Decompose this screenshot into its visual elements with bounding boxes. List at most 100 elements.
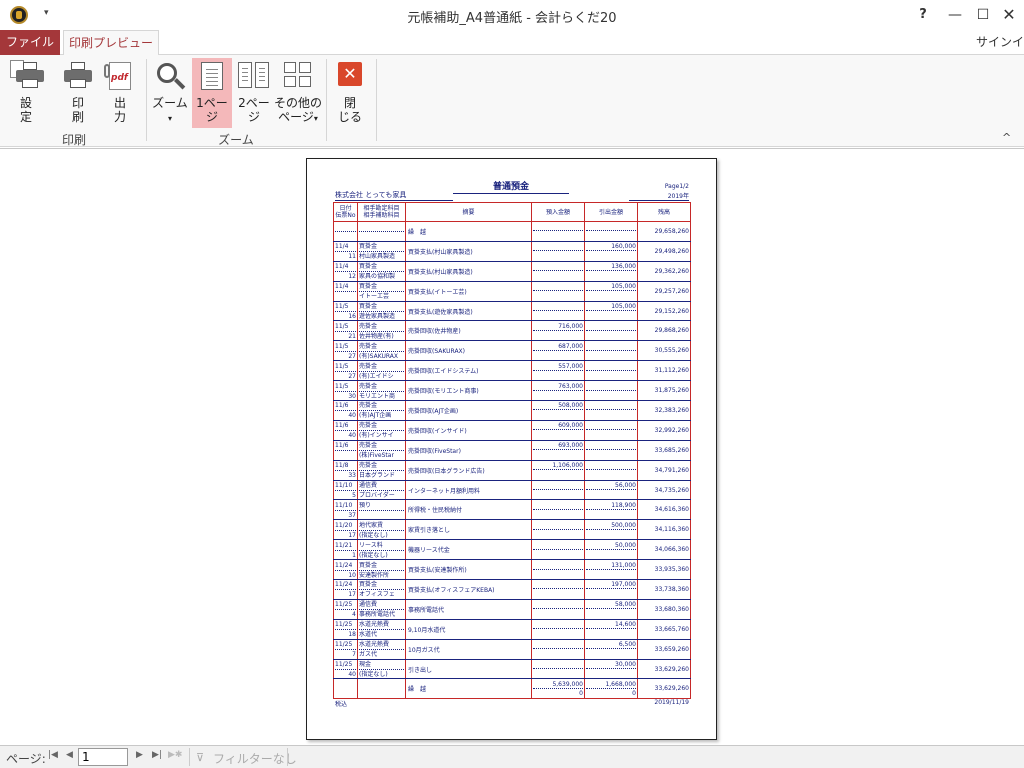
table-row: 11/5 30 売掛金 モリエント商 売掛回収(モリエント商事) 763,000 31,87…	[333, 380, 691, 402]
filter-status[interactable]: フィルターなし	[213, 750, 297, 767]
page-setup-label: 設 定	[19, 96, 32, 124]
close-preview-label: 閉 じる	[337, 96, 362, 124]
cell-account: 売掛金 (有)エイドシ	[357, 360, 406, 382]
cell-withdrawal: 58,000	[584, 599, 638, 620]
cell-account: 売掛金 (有)AJT企画	[357, 400, 406, 421]
cell-balance: 32,383,260	[637, 400, 691, 421]
table-row: 11/10 37 預り 所得税・住民税納付 118,900 34,616,360	[333, 499, 691, 521]
two-page-label: 2ペー ジ	[238, 96, 270, 124]
cell-deposit	[531, 519, 585, 541]
table-row: 11/5 21 売掛金 佐井物産(有) 売掛回収(佐井物産) 716,000 29,868,…	[333, 320, 691, 342]
signin-link[interactable]: サインイン	[976, 33, 1024, 50]
cell-withdrawal	[584, 221, 638, 242]
cell-deposit: 763,000	[531, 380, 585, 402]
cell-balance: 30,555,260	[637, 340, 691, 362]
cell-account: 買掛金 安達製作所	[357, 559, 406, 581]
cell-balance: 34,735,260	[637, 480, 691, 501]
window-title: 元帳補助_A4普通紙 - 会計らくだ20	[407, 11, 617, 26]
status-separator	[189, 748, 190, 766]
help-button[interactable]: ?	[910, 4, 936, 26]
other-pages-label: その他の ページ▾	[274, 96, 323, 124]
cell-withdrawal: 105,000	[584, 301, 638, 322]
page-label: ページ:	[6, 752, 46, 766]
preview-area[interactable]: 普通預金 株式会社 とっても家具 Page1/2 2019年 日付 伝票No 相手…	[0, 148, 1024, 745]
cell-deposit: 693,000	[531, 440, 585, 461]
cell-deposit	[531, 559, 585, 581]
cell-withdrawal: 14,600	[584, 619, 638, 640]
cell-deposit	[531, 619, 585, 640]
table-row: 11/20 17 地代家賃 (指定なし) 家賃引き落とし 500,000 34,116,36…	[333, 519, 691, 541]
table-row: 11/10 5 通信費 プロバイダー インターネット月額利用料 56,000 34,735,…	[333, 480, 691, 501]
table-row-total: 繰 越 5,639,000 0 1,668,000 0 33,629,260	[333, 678, 691, 700]
report-title: 普通預金	[453, 179, 569, 194]
cell-date: 11/4	[333, 281, 358, 302]
header-deposit: 預入金額	[531, 202, 585, 222]
zoom-button[interactable]: ズーム ▾	[150, 58, 190, 128]
cell-account: 買掛金 家具の協和製	[357, 261, 406, 282]
other-pages-button[interactable]: その他の ページ▾	[274, 58, 322, 128]
tab-file[interactable]: ファイル	[0, 30, 60, 55]
print-label: 印 刷	[71, 96, 84, 124]
print-button[interactable]: 印 刷	[58, 58, 98, 128]
next-page-icon[interactable]: ▶	[136, 750, 143, 760]
cell-account: 通信費 プロバイダー	[357, 480, 406, 501]
cell-account: 現金 (指定なし)	[357, 659, 406, 680]
cell-deposit	[531, 301, 585, 322]
cell-date: 11/25 18	[333, 619, 358, 640]
cell-deposit: 1,106,000	[531, 460, 585, 481]
cell-deposit	[531, 579, 585, 600]
printer-icon	[64, 62, 92, 88]
table-row: 11/24 10 買掛金 安達製作所 買掛支払(安達製作所) 131,000 33,935,…	[333, 559, 691, 581]
cell-date: 11/21 1	[333, 539, 358, 561]
ribbon: 設 定 印 刷 pdf 出 力 印刷 ズーム ▾ 1ペー ジ 2ペー ジ その他…	[0, 55, 1024, 147]
cell-date: 11/24 10	[333, 559, 358, 581]
collapse-ribbon-icon[interactable]: ^	[1002, 131, 1011, 144]
maximize-button[interactable]: ☐	[970, 4, 996, 26]
cell-balance: 34,066,360	[637, 539, 691, 561]
table-header-row: 日付 伝票No 相手勘定科目 相手補助科目 摘要 預入金額 引出金額 残高	[333, 202, 691, 222]
cell-balance: 29,498,260	[637, 241, 691, 262]
page-number-input[interactable]	[78, 748, 128, 766]
report-footer-tax: 税込	[335, 701, 348, 708]
output-button[interactable]: pdf 出 力	[100, 58, 140, 128]
cell-date: 11/8 33	[333, 460, 358, 481]
first-page-icon[interactable]: |◀	[48, 750, 58, 760]
cell-account: 水道光熱費 水道代	[357, 619, 406, 640]
close-window-button[interactable]: ✕	[996, 4, 1022, 26]
ribbon-tabs: ファイル 印刷プレビュー サインイン	[0, 30, 1024, 56]
table-row: 11/25 18 水道光熱費 水道代 9,10月水道代 14,600 33,665,760	[333, 619, 691, 640]
cell-account: 買掛金 イトーエ芸	[357, 281, 406, 302]
status-separator	[287, 748, 288, 766]
one-page-button[interactable]: 1ペー ジ	[192, 58, 232, 128]
two-page-button[interactable]: 2ペー ジ	[234, 58, 274, 128]
two-page-icon	[238, 62, 270, 88]
cell-account: 地代家賃 (指定なし)	[357, 519, 406, 541]
cell-deposit	[531, 221, 585, 242]
last-page-icon[interactable]: ▶|	[152, 750, 162, 760]
cell-deposit: 557,000	[531, 360, 585, 382]
cell-account: 買掛金 オフィスフェ	[357, 579, 406, 600]
cell-balance: 29,362,260	[637, 261, 691, 282]
minimize-button[interactable]: —	[942, 4, 968, 26]
cell-description: 機器リース代金	[405, 539, 532, 561]
report-year: 2019年	[629, 191, 689, 201]
prev-page-icon[interactable]: ◀	[66, 750, 73, 760]
cell-account: 売掛金 モリエント商	[357, 380, 406, 402]
table-row: 11/6 40 売掛金 (有)AJT企画 売掛回収(AJT企画) 508,000 32,38…	[333, 400, 691, 421]
cell-description: 10月ガス代	[405, 639, 532, 660]
multi-page-icon	[284, 62, 312, 88]
tab-print-preview[interactable]: 印刷プレビュー	[63, 30, 159, 56]
page-setup-button[interactable]: 設 定	[6, 58, 46, 128]
cell-deposit: 687,000	[531, 340, 585, 362]
cell-date: 11/25 40	[333, 659, 358, 680]
table-row: 11/5 27 売掛金 (有)エイドシ 売掛回収(エイドシステム) 557,000 31,1…	[333, 360, 691, 382]
cell-description: 事務所電話代	[405, 599, 532, 620]
table-row: 11/5 27 売掛金 (有)SAKURAX 売掛回収(SAKURAX) 687,000 3…	[333, 340, 691, 362]
cell-date: 11/25 7	[333, 639, 358, 660]
close-preview-button[interactable]: ✕ 閉 じる	[330, 58, 370, 128]
cell-description: 買掛支払(安達製作所)	[405, 559, 532, 581]
pdf-icon: pdf	[104, 62, 133, 92]
table-row: 11/4 11 買掛金 村山家具製造 買掛支払(村山家具製造) 160,000 29,498…	[333, 241, 691, 262]
cell-description: 買掛支払(遊佐家具製造)	[405, 301, 532, 322]
cell-date	[333, 221, 358, 242]
